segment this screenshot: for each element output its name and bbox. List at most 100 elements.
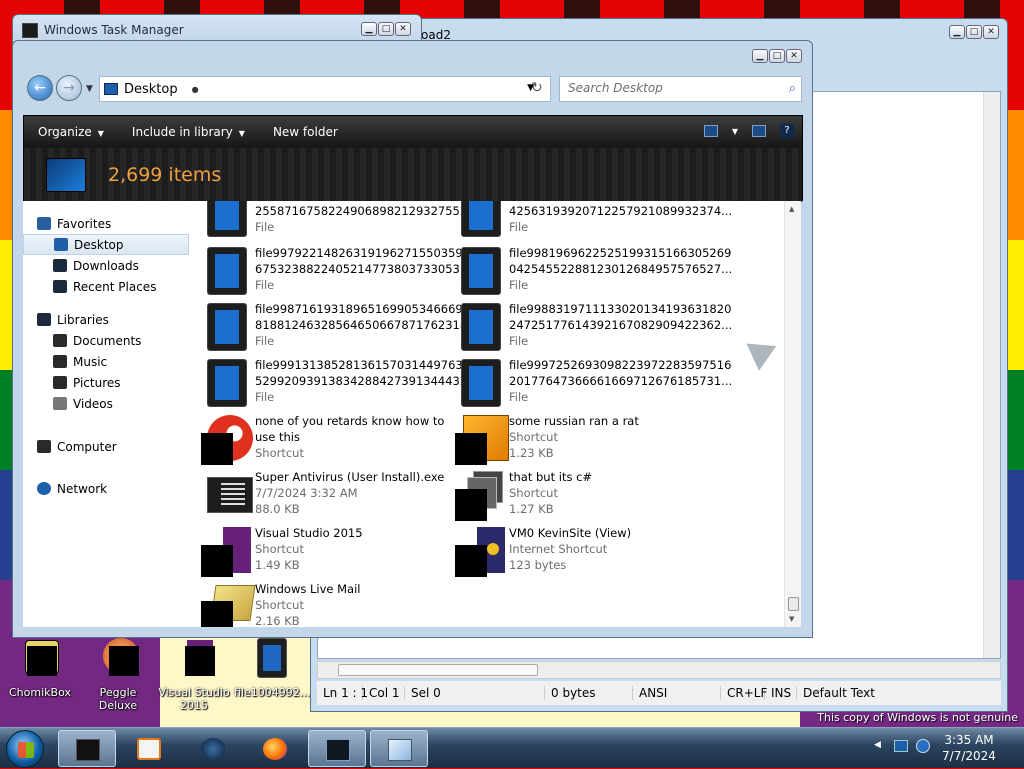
task-manager-icon xyxy=(76,739,100,761)
file-tile[interactable]: file99913138528136157031449763​83 529920… xyxy=(201,357,478,411)
volume-tray-icon[interactable] xyxy=(916,739,930,753)
desktop-icon-file[interactable]: file1004992... xyxy=(234,638,310,699)
chevron-down-icon: ▼ xyxy=(97,129,104,138)
search-icon[interactable]: ⌕ xyxy=(789,81,796,96)
taskbar-app-active[interactable] xyxy=(308,730,366,767)
application-icon xyxy=(207,471,253,519)
file-date: 7/7/2024 3:32 AM xyxy=(255,486,358,500)
shortcut-tile[interactable]: none of you retards know how to use this… xyxy=(201,413,455,467)
nav-pictures[interactable]: Pictures xyxy=(23,372,193,393)
nav-desktop[interactable]: Desktop xyxy=(23,234,189,255)
nav-documents[interactable]: Documents xyxy=(23,330,193,351)
search-input[interactable]: Search Desktop ⌕ xyxy=(559,76,802,102)
desktop-icon-label: ChomikBox xyxy=(9,686,71,699)
organize-menu[interactable]: Organize ▼ xyxy=(24,125,118,139)
address-path[interactable]: Desktop xyxy=(124,82,178,97)
internet-shortcut-tile[interactable]: VM0 KevinSite (View) Internet Shortcut 1… xyxy=(455,525,709,579)
exe-tile[interactable]: Super Antivirus (User Install).exe 7/7/2… xyxy=(201,469,455,523)
nav-downloads[interactable]: Downloads xyxy=(23,255,193,276)
nav-libraries[interactable]: Libraries xyxy=(23,309,193,330)
tray-expand-icon[interactable]: ◀ xyxy=(874,740,881,750)
notepad-vertical-scrollbar[interactable] xyxy=(983,92,1000,658)
explorer-window[interactable]: ▁ □ ✕ ← → ▼ Desktop ● ▼ ↻ Search Desktop… xyxy=(12,40,813,638)
file-name-line: 2017764736666166971267618573​1... xyxy=(509,374,733,388)
help-icon[interactable]: ? xyxy=(780,124,794,138)
new-folder-button[interactable]: New folder xyxy=(259,125,352,139)
file-type: Shortcut xyxy=(255,446,304,460)
refresh-icon[interactable]: ↻ xyxy=(531,80,543,96)
address-separator-icon[interactable]: ● xyxy=(192,85,199,94)
media-player-icon xyxy=(137,738,161,760)
nav-music[interactable]: Music xyxy=(23,351,193,372)
desktop-icon-peggle[interactable]: Peggle Deluxe xyxy=(80,638,156,712)
file-type: Internet Shortcut xyxy=(509,542,608,556)
file-list-scrollbar[interactable]: ▲ ▼ xyxy=(784,201,801,627)
scroll-thumb[interactable] xyxy=(338,664,538,676)
file-size: 1.49 KB xyxy=(255,558,300,572)
start-button[interactable] xyxy=(6,730,44,768)
include-in-library-menu[interactable]: Include in library ▼ xyxy=(118,125,259,139)
view-dropdown-icon[interactable]: ▼ xyxy=(732,127,738,136)
clock[interactable]: 3:35 AM 7/7/2024 xyxy=(934,732,1004,764)
chevron-down-icon: ▼ xyxy=(238,129,245,138)
file-tile[interactable]: file99972526930982239722835975​16 201776… xyxy=(455,357,732,411)
desktop-icon-chomikbox[interactable]: ChomikBox xyxy=(2,638,78,699)
taskbar-firefox[interactable] xyxy=(246,730,304,767)
file-name-line: file99792214826319196271550359​97 xyxy=(255,246,478,260)
file-type: File xyxy=(509,278,529,292)
nav-recent-places[interactable]: Recent Places xyxy=(23,276,193,297)
maximize-button[interactable]: □ xyxy=(769,49,785,63)
desktop-icon-label: Peggle Deluxe xyxy=(98,686,138,712)
minimize-button[interactable]: ▁ xyxy=(752,49,768,63)
notepad-horizontal-scrollbar[interactable] xyxy=(317,661,1001,679)
file-icon xyxy=(249,638,295,684)
minimize-button[interactable]: ▁ xyxy=(361,22,377,36)
taskbar: ◀ 3:35 AM 7/7/2024 xyxy=(0,727,1024,768)
file-name-line: file99819696225251993151663052​69 xyxy=(509,246,732,260)
documents-icon xyxy=(53,334,67,347)
shortcut-tile[interactable]: some russian ran a rat Shortcut 1.23 KB xyxy=(455,413,709,467)
visual-studio-icon xyxy=(201,527,251,577)
taskbar-task-manager[interactable] xyxy=(58,730,116,767)
nav-label: Recent Places xyxy=(73,279,157,294)
minimize-button[interactable]: ▁ xyxy=(949,25,965,39)
file-tile[interactable]: 4256319392071225792108993237​4... File xyxy=(455,201,732,241)
nav-videos[interactable]: Videos xyxy=(23,393,193,414)
file-tile[interactable]: 2558716758224906898212932755​2... File xyxy=(201,201,478,241)
maximize-button[interactable]: □ xyxy=(378,22,394,36)
taskbar-app[interactable] xyxy=(184,730,242,767)
file-tile[interactable]: file99871619318965169905346669​71 818812… xyxy=(201,301,478,355)
close-button[interactable]: ✕ xyxy=(786,49,802,63)
scroll-down-icon[interactable]: ▼ xyxy=(789,615,794,623)
forward-button[interactable]: → xyxy=(56,75,82,101)
taskbar-media-player[interactable] xyxy=(120,730,178,767)
file-name-line: 2558716758224906898212932755​2... xyxy=(255,204,479,218)
desktop-icon-visual-studio[interactable]: Visual Studio 2015 xyxy=(156,638,232,712)
recent-pages-dropdown-icon[interactable]: ▼ xyxy=(86,84,93,94)
close-button[interactable]: ✕ xyxy=(395,22,411,36)
taskbar-explorer[interactable] xyxy=(370,730,428,767)
file-list[interactable]: 2558716758224906898212932755​2... File 4… xyxy=(193,201,801,627)
shortcut-tile[interactable]: that but its c# Shortcut 1.27 KB xyxy=(455,469,709,523)
shortcut-tile[interactable]: Windows Live Mail Shortcut 2.16 KB xyxy=(201,581,455,627)
file-tile[interactable]: file99819696225251993151663052​69 042545… xyxy=(455,245,732,299)
address-bar[interactable]: Desktop ● ▼ xyxy=(99,76,551,102)
preview-pane-icon[interactable] xyxy=(752,125,766,137)
chomikbox-icon xyxy=(17,638,63,684)
nav-network[interactable]: Network xyxy=(23,478,193,499)
maximize-button[interactable]: □ xyxy=(966,25,982,39)
scroll-up-icon[interactable]: ▲ xyxy=(789,205,794,213)
file-tile[interactable]: file99792214826319196271550359​97 675323… xyxy=(201,245,478,299)
scroll-thumb[interactable] xyxy=(788,597,799,611)
file-name-line: VM0 KevinSite (View) xyxy=(509,526,632,540)
shortcut-tile[interactable]: Visual Studio 2015 Shortcut 1.49 KB xyxy=(201,525,455,579)
change-view-icon[interactable] xyxy=(703,125,718,137)
close-button[interactable]: ✕ xyxy=(983,25,999,39)
back-button[interactable]: ← xyxy=(27,75,53,101)
nav-favorites[interactable]: Favorites xyxy=(23,213,193,234)
file-tile[interactable]: file99883197111330201341936318​20 247251… xyxy=(455,301,732,355)
star-icon xyxy=(37,217,51,230)
include-label: Include in library xyxy=(131,125,233,139)
network-tray-icon[interactable] xyxy=(894,740,908,752)
nav-computer[interactable]: Computer xyxy=(23,436,193,457)
